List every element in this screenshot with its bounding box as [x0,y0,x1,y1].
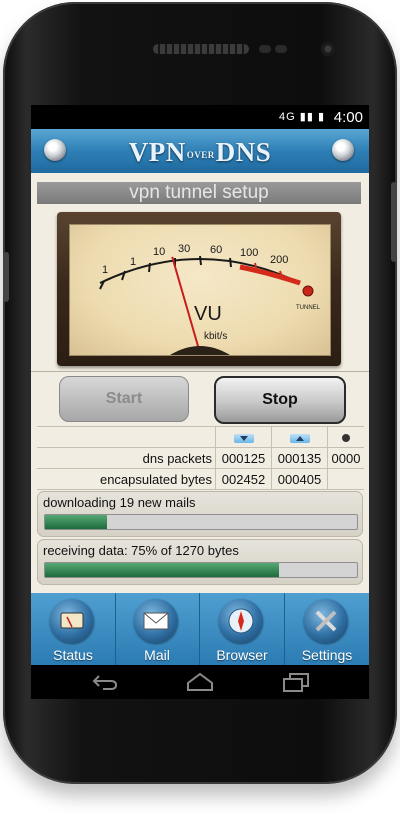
stats-header-row [37,426,364,448]
cell-errors [327,468,364,490]
scale-label-1: 1 [102,264,108,276]
system-nav-bar [31,665,369,699]
tab-label: Mail [144,647,170,663]
compass-icon [219,599,263,643]
mail-icon [134,599,178,643]
mail-progress-text: downloading 19 new mails [43,495,196,510]
tab-label: Status [53,647,93,663]
signal-battery-icons: 4G ▮▮ ▮ [279,111,325,123]
right-knob-icon[interactable] [332,139,354,161]
tab-label: Settings [301,647,353,663]
stop-button[interactable]: Stop [214,376,346,424]
upload-arrow-icon [289,433,310,443]
unit-label: kbit/s [204,331,227,342]
download-arrow-icon [233,433,254,443]
light-sensor [275,45,287,53]
traffic-stats-table: dns packets 000125 000135 0000 encapsula… [37,426,364,490]
vu-meter-dial: 1 1 10 30 60 100 200 VU kbit/s TUNNEL [99,243,321,355]
tab-status[interactable]: Status [31,593,116,665]
table-row: encapsulated bytes 002452 000405 [37,468,364,490]
scale-label-60: 60 [210,244,222,256]
cell-sent: 000135 [271,447,328,469]
tab-browser[interactable]: Browser [200,593,285,665]
app-header: VPNOVERDNS [31,129,369,173]
tools-icon [304,599,348,643]
data-progress-panel: receiving data: 75% of 1270 bytes [37,539,363,585]
cell-received: 000125 [215,447,272,469]
data-progress-track [44,562,358,578]
screen: 4G ▮▮ ▮ 4:00 VPNOVERDNS vpn tunnel setup [31,105,369,665]
mail-progress-fill [45,515,108,529]
needle-pivot-cover [170,346,230,355]
status-bar: 4G ▮▮ ▮ 4:00 [31,105,369,129]
start-button[interactable]: Start [59,376,189,422]
table-row: dns packets 000125 000135 0000 [37,447,364,469]
scale-label-10: 10 [153,246,165,258]
row-label: dns packets [37,447,216,469]
data-progress-fill [45,563,279,577]
app-title: VPNOVERDNS [31,137,369,168]
vu-meter-frame: 1 1 10 30 60 100 200 VU kbit/s TUNNEL [57,212,341,366]
tunnel-label: TUNNEL [296,305,321,311]
mail-progress-track [44,514,358,530]
divider [31,371,369,372]
front-camera-icon [321,42,335,56]
title-vpn: VPN [128,137,186,167]
cell-received: 002452 [215,468,272,490]
section-title: vpn tunnel setup [37,182,361,204]
network-type: 4G [279,111,296,123]
scale-label-2: 1 [130,256,136,268]
proximity-sensor [259,45,271,53]
vu-meter-face: 1 1 10 30 60 100 200 VU kbit/s TUNNEL [69,224,331,356]
tab-bar: Status Mail Browser Settings [31,593,369,665]
scale-label-30: 30 [178,243,190,255]
meter-icon [50,599,94,643]
title-dns: DNS [215,137,272,167]
tab-settings[interactable]: Settings [285,593,369,665]
earpiece-speaker [153,44,249,54]
tab-label: Browser [216,647,268,663]
title-over: OVER [186,149,215,160]
scale-label-100: 100 [240,247,258,259]
cell-errors: 0000 [327,447,364,469]
error-bomb-icon [342,434,350,443]
tunnel-led-icon [302,285,314,297]
recent-apps-icon[interactable] [281,671,311,693]
row-label: encapsulated bytes [37,468,216,490]
tab-mail[interactable]: Mail [115,593,200,665]
vu-label: VU [194,303,222,325]
home-icon[interactable] [185,671,215,693]
power-button [391,182,397,262]
scale-label-200: 200 [270,254,288,266]
cell-sent: 000405 [271,468,328,490]
data-progress-text: receiving data: 75% of 1270 bytes [43,543,239,558]
volume-button [3,252,9,302]
clock: 4:00 [333,109,363,126]
mail-progress-panel: downloading 19 new mails [37,491,363,537]
back-icon[interactable] [91,671,119,693]
